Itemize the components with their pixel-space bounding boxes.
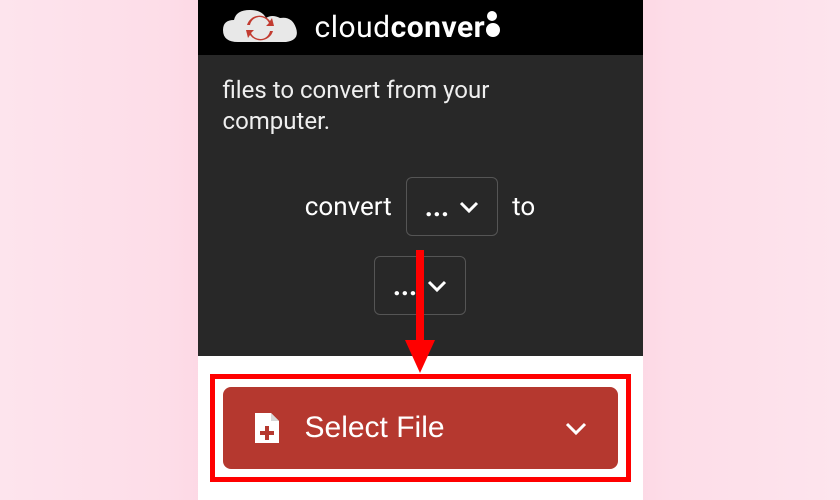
chevron-down-icon <box>564 420 588 436</box>
to-label: to <box>512 192 535 222</box>
chevron-down-icon <box>427 279 447 293</box>
brand-dot2-icon <box>486 23 500 37</box>
convert-row: convert ... to <box>223 177 618 236</box>
format-to-value: ... <box>393 269 417 302</box>
select-file-section: Select File <box>198 356 643 500</box>
format-to-dropdown[interactable]: ... <box>374 256 466 315</box>
cloud-logo <box>218 4 303 52</box>
chevron-down-icon <box>459 200 479 214</box>
instruction-text: files to convert from your computer. <box>223 75 618 137</box>
annotation-highlight-frame: Select File <box>210 374 631 482</box>
select-file-label: Select File <box>305 411 445 445</box>
select-file-button[interactable]: Select File <box>223 387 618 469</box>
cloud-icon <box>218 4 303 52</box>
format-from-dropdown[interactable]: ... <box>406 177 498 236</box>
file-add-icon <box>253 411 281 445</box>
format-from-value: ... <box>425 190 449 223</box>
app-container: cloudconver files to convert from your c… <box>198 0 643 500</box>
brand-bold: conver <box>391 10 486 45</box>
brand-dot-icon <box>487 11 497 21</box>
header: cloudconver <box>198 0 643 55</box>
main-content: files to convert from your computer. con… <box>198 55 643 356</box>
brand-name: cloudconver <box>315 10 501 45</box>
brand-light: cloud <box>315 10 391 45</box>
convert-label: convert <box>305 192 392 222</box>
